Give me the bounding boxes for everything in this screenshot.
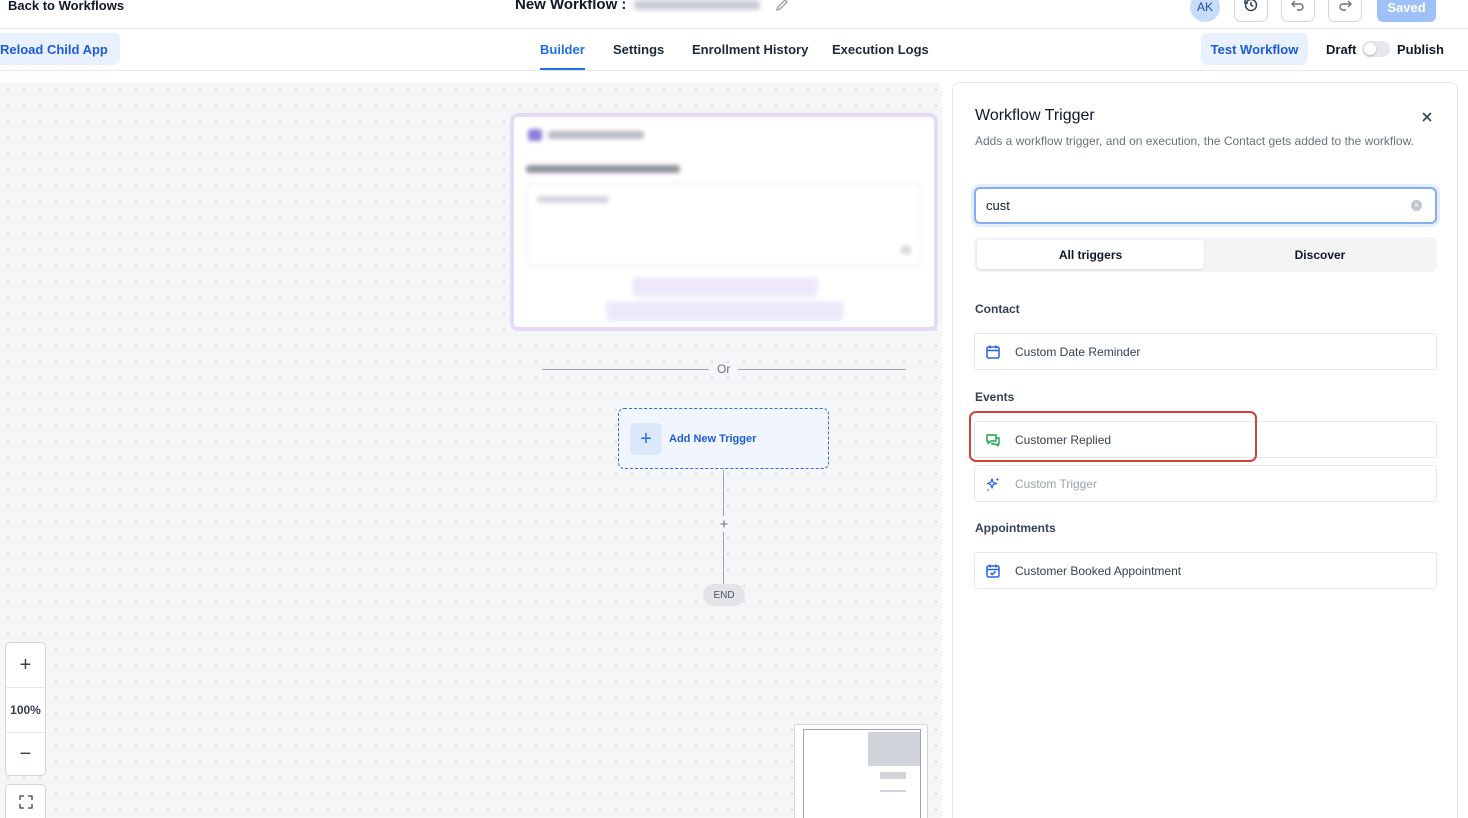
- trigger-item-customer-booked-appointment[interactable]: Customer Booked Appointment: [974, 552, 1437, 589]
- add-new-trigger-label: Add New Trigger: [669, 433, 757, 445]
- blurred-text: [537, 196, 609, 203]
- trigger-segment-control: All triggers Discover: [974, 237, 1437, 272]
- blurred-input-box: [526, 183, 922, 267]
- publish-label: Publish: [1397, 42, 1444, 57]
- history-icon: [1243, 0, 1259, 18]
- trigger-item-label: Custom Trigger: [1015, 477, 1098, 491]
- trigger-item-custom-trigger[interactable]: Custom Trigger: [974, 465, 1437, 502]
- undo-button[interactable]: [1281, 0, 1315, 22]
- sparkle-icon: [985, 476, 1001, 492]
- minimap[interactable]: [794, 724, 928, 818]
- zoom-controls: + 100% −: [5, 642, 46, 776]
- clear-search-icon[interactable]: ×: [1411, 200, 1422, 211]
- divider-line: [542, 369, 709, 370]
- section-heading-events: Events: [975, 390, 1015, 404]
- test-workflow-button[interactable]: Test Workflow: [1201, 33, 1308, 65]
- builder-toolbar: Reload Child App Builder Settings Enroll…: [0, 29, 1468, 71]
- toggle-knob: [1364, 43, 1376, 55]
- blurred-suggestion: [606, 301, 844, 321]
- close-icon[interactable]: [1419, 109, 1435, 125]
- trigger-item-label: Custom Date Reminder: [1015, 345, 1141, 359]
- blurred-text: [526, 165, 680, 173]
- tab-builder[interactable]: Builder: [540, 29, 585, 70]
- tab-execution-logs[interactable]: Execution Logs: [832, 29, 929, 70]
- divider-line: [738, 369, 906, 370]
- redo-icon: [1337, 0, 1353, 18]
- highlight-annotation: [969, 411, 1257, 462]
- trigger-item-label: Customer Booked Appointment: [1015, 564, 1182, 578]
- redo-button[interactable]: [1328, 0, 1362, 22]
- zoom-in-button[interactable]: +: [6, 643, 45, 687]
- tab-settings[interactable]: Settings: [613, 29, 664, 70]
- saved-button[interactable]: Saved: [1377, 0, 1436, 22]
- avatar[interactable]: AK: [1190, 0, 1220, 22]
- blurred-suggestion: [632, 277, 818, 297]
- blurred-icon: [528, 129, 542, 141]
- section-heading-appointments: Appointments: [975, 521, 1056, 535]
- panel-title: Workflow Trigger: [975, 107, 1095, 124]
- publish-toggle[interactable]: [1362, 41, 1390, 57]
- tab-enrollment-history[interactable]: Enrollment History: [692, 29, 808, 70]
- trigger-item-custom-date-reminder[interactable]: Custom Date Reminder: [974, 333, 1437, 370]
- calendar-icon: [985, 344, 1001, 360]
- segment-all-triggers[interactable]: All triggers: [977, 240, 1204, 269]
- minimap-viewport: [803, 729, 921, 818]
- fit-view-button[interactable]: [5, 784, 46, 818]
- back-to-workflows-link[interactable]: Back to Workflows: [8, 0, 124, 13]
- zoom-level: 100%: [10, 703, 41, 717]
- top-bar: Back to Workflows New Workflow : AK Save…: [0, 0, 1468, 29]
- zoom-out-button[interactable]: −: [6, 733, 45, 775]
- section-heading-contact: Contact: [975, 302, 1020, 316]
- panel-description: Adds a workflow trigger, and on executio…: [975, 134, 1414, 148]
- add-new-trigger-node[interactable]: + Add New Trigger: [618, 408, 829, 469]
- end-node: END: [703, 584, 745, 606]
- blurred-text: [548, 131, 644, 139]
- minimap-node: [868, 732, 920, 766]
- pencil-icon[interactable]: [774, 0, 790, 13]
- blurred-icon: [901, 246, 911, 254]
- reload-child-app-button[interactable]: Reload Child App: [0, 33, 120, 65]
- expand-icon: [18, 794, 33, 814]
- workflow-title-label: New Workflow :: [515, 0, 627, 13]
- plus-icon: +: [630, 423, 662, 455]
- history-button[interactable]: [1234, 0, 1268, 22]
- workflow-name-redacted: [634, 0, 761, 10]
- blurred-ai-prompt-card: [510, 113, 938, 331]
- minimap-node: [880, 790, 906, 792]
- search-input[interactable]: [986, 189, 1406, 222]
- or-divider: Or: [542, 362, 906, 376]
- draft-label: Draft: [1326, 42, 1357, 57]
- workflow-title[interactable]: New Workflow :: [515, 0, 790, 13]
- segment-discover[interactable]: Discover: [1206, 240, 1434, 269]
- workflow-canvas[interactable]: Or + Add New Trigger + END + 100% −: [0, 82, 942, 818]
- trigger-search: ×: [974, 187, 1437, 224]
- calendar-check-icon: [985, 563, 1001, 579]
- or-label: Or: [717, 362, 731, 376]
- undo-icon: [1290, 0, 1306, 18]
- add-step-plus-icon[interactable]: +: [716, 516, 732, 533]
- minimap-node: [880, 772, 906, 779]
